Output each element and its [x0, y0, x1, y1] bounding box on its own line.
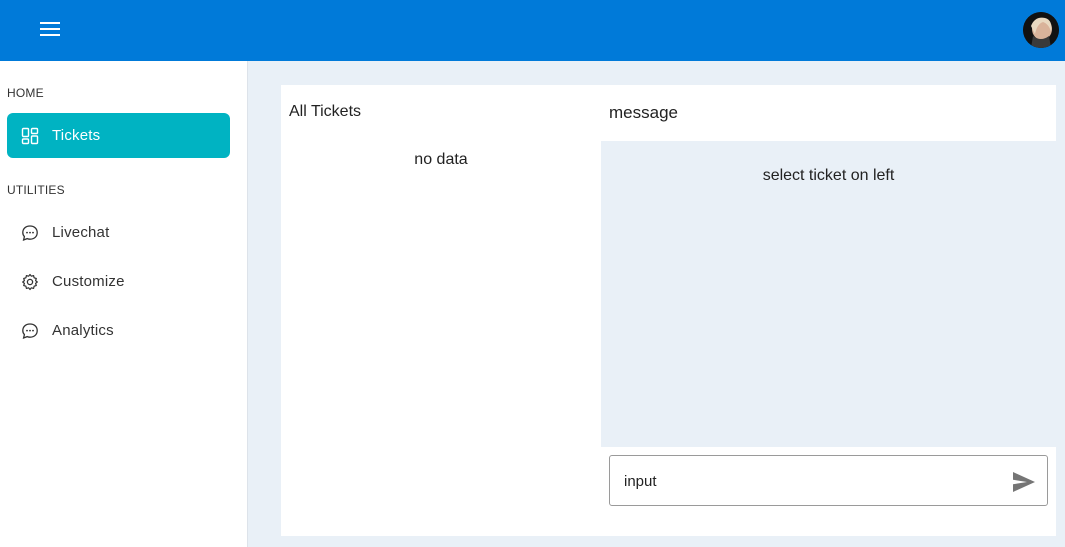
sidebar-item-label: Tickets [52, 127, 101, 144]
sidebar: HOME Tickets UTILITIES Livechat Customiz… [0, 61, 248, 547]
gear-icon [20, 272, 40, 292]
sidebar-item-tickets[interactable]: Tickets [7, 113, 230, 158]
send-icon [1013, 472, 1035, 492]
message-title: message [609, 103, 678, 122]
section-label-home: HOME [7, 86, 44, 100]
section-label-utilities: UTILITIES [7, 183, 65, 197]
sidebar-item-label: Livechat [52, 224, 110, 241]
chat-bubble-icon [20, 223, 40, 243]
message-input[interactable] [624, 470, 994, 492]
avatar-image [1023, 12, 1059, 48]
top-app-bar [0, 0, 1065, 61]
all-tickets-title: All Tickets [289, 103, 362, 120]
message-input-box [609, 455, 1048, 506]
hamburger-menu-button[interactable] [30, 14, 70, 44]
user-avatar[interactable] [1023, 12, 1059, 48]
grid-icon [20, 126, 40, 146]
sidebar-item-label: Analytics [52, 322, 114, 339]
sidebar-item-analytics[interactable]: Analytics [7, 308, 230, 353]
sidebar-item-customize[interactable]: Customize [7, 259, 230, 304]
tickets-empty-text: no data [414, 151, 468, 168]
sidebar-item-label: Customize [52, 273, 125, 290]
tickets-card: All Tickets no data message select ticke… [281, 85, 1056, 536]
hamburger-menu-icon [40, 22, 60, 36]
sidebar-item-livechat[interactable]: Livechat [7, 210, 230, 255]
message-area: select ticket on left [601, 141, 1056, 447]
chat-bubble-icon [20, 321, 40, 341]
message-hint: select ticket on left [762, 167, 895, 184]
send-button[interactable] [1011, 469, 1037, 495]
